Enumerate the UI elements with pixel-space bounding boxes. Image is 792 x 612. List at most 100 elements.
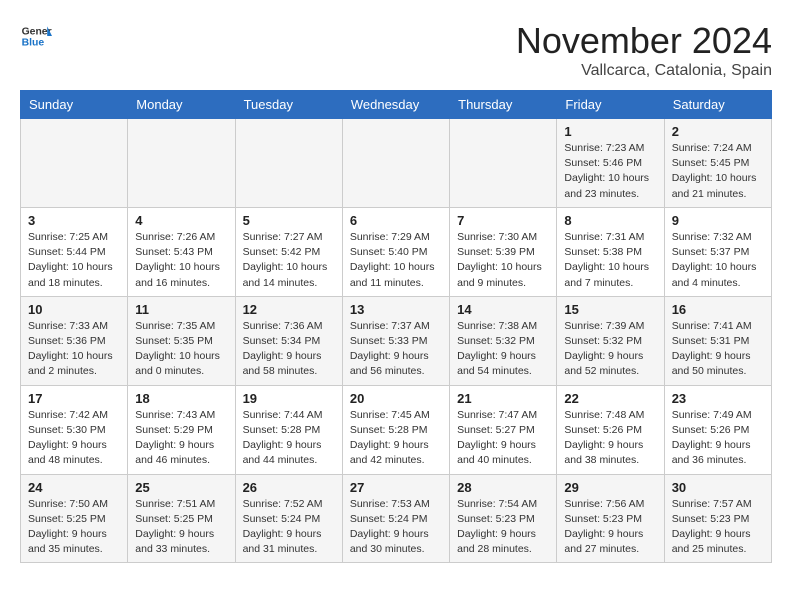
day-info: Sunrise: 7:47 AM Sunset: 5:27 PM Dayligh… [457, 408, 549, 469]
day-cell: 8 Sunrise: 7:31 AM Sunset: 5:38 PM Daylig… [557, 207, 664, 296]
location-title: Vallcarca, Catalonia, Spain [516, 62, 772, 80]
day-number: 19 [243, 391, 335, 406]
day-info: Sunrise: 7:29 AM Sunset: 5:40 PM Dayligh… [350, 230, 442, 291]
day-number: 27 [350, 480, 442, 495]
day-cell [235, 119, 342, 208]
day-number: 12 [243, 302, 335, 317]
day-number: 28 [457, 480, 549, 495]
day-cell: 7 Sunrise: 7:30 AM Sunset: 5:39 PM Daylig… [450, 207, 557, 296]
day-cell: 3 Sunrise: 7:25 AM Sunset: 5:44 PM Daylig… [21, 207, 128, 296]
day-info: Sunrise: 7:38 AM Sunset: 5:32 PM Dayligh… [457, 319, 549, 380]
day-info: Sunrise: 7:39 AM Sunset: 5:32 PM Dayligh… [564, 319, 656, 380]
day-info: Sunrise: 7:24 AM Sunset: 5:45 PM Dayligh… [672, 141, 764, 202]
week-row-3: 10 Sunrise: 7:33 AM Sunset: 5:36 PM Dayli… [21, 296, 772, 385]
day-cell: 9 Sunrise: 7:32 AM Sunset: 5:37 PM Daylig… [664, 207, 771, 296]
day-info: Sunrise: 7:25 AM Sunset: 5:44 PM Dayligh… [28, 230, 120, 291]
day-number: 17 [28, 391, 120, 406]
day-cell: 18 Sunrise: 7:43 AM Sunset: 5:29 PM Dayli… [128, 385, 235, 474]
day-info: Sunrise: 7:44 AM Sunset: 5:28 PM Dayligh… [243, 408, 335, 469]
day-number: 8 [564, 213, 656, 228]
day-info: Sunrise: 7:43 AM Sunset: 5:29 PM Dayligh… [135, 408, 227, 469]
day-number: 24 [28, 480, 120, 495]
day-number: 25 [135, 480, 227, 495]
day-info: Sunrise: 7:23 AM Sunset: 5:46 PM Dayligh… [564, 141, 656, 202]
day-cell: 20 Sunrise: 7:45 AM Sunset: 5:28 PM Dayli… [342, 385, 449, 474]
week-row-2: 3 Sunrise: 7:25 AM Sunset: 5:44 PM Daylig… [21, 207, 772, 296]
svg-text:Blue: Blue [22, 38, 45, 49]
day-info: Sunrise: 7:57 AM Sunset: 5:23 PM Dayligh… [672, 497, 764, 558]
day-info: Sunrise: 7:41 AM Sunset: 5:31 PM Dayligh… [672, 319, 764, 380]
day-info: Sunrise: 7:51 AM Sunset: 5:25 PM Dayligh… [135, 497, 227, 558]
day-cell: 15 Sunrise: 7:39 AM Sunset: 5:32 PM Dayli… [557, 296, 664, 385]
day-number: 30 [672, 480, 764, 495]
day-info: Sunrise: 7:53 AM Sunset: 5:24 PM Dayligh… [350, 497, 442, 558]
day-cell [450, 119, 557, 208]
day-info: Sunrise: 7:33 AM Sunset: 5:36 PM Dayligh… [28, 319, 120, 380]
day-cell [128, 119, 235, 208]
day-cell: 22 Sunrise: 7:48 AM Sunset: 5:26 PM Dayli… [557, 385, 664, 474]
day-info: Sunrise: 7:52 AM Sunset: 5:24 PM Dayligh… [243, 497, 335, 558]
day-info: Sunrise: 7:26 AM Sunset: 5:43 PM Dayligh… [135, 230, 227, 291]
day-info: Sunrise: 7:49 AM Sunset: 5:26 PM Dayligh… [672, 408, 764, 469]
day-cell: 12Sunrise: 7:36 AM Sunset: 5:34 PM Dayli… [235, 296, 342, 385]
day-cell: 29Sunrise: 7:56 AM Sunset: 5:23 PM Dayli… [557, 474, 664, 563]
column-header-sunday: Sunday [21, 91, 128, 119]
day-cell: 25 Sunrise: 7:51 AM Sunset: 5:25 PM Dayli… [128, 474, 235, 563]
day-info: Sunrise: 7:48 AM Sunset: 5:26 PM Dayligh… [564, 408, 656, 469]
day-number: 22 [564, 391, 656, 406]
logo: General Blue [20, 20, 52, 52]
day-cell: 1 Sunrise: 7:23 AM Sunset: 5:46 PM Daylig… [557, 119, 664, 208]
day-info: Sunrise: 7:31 AM Sunset: 5:38 PM Dayligh… [564, 230, 656, 291]
day-info: Sunrise: 7:56 AM Sunset: 5:23 PM Dayligh… [564, 497, 656, 558]
day-cell: 21 Sunrise: 7:47 AM Sunset: 5:27 PM Dayli… [450, 385, 557, 474]
day-number: 7 [457, 213, 549, 228]
day-cell: 10 Sunrise: 7:33 AM Sunset: 5:36 PM Dayli… [21, 296, 128, 385]
day-info: Sunrise: 7:42 AM Sunset: 5:30 PM Dayligh… [28, 408, 120, 469]
day-number: 16 [672, 302, 764, 317]
day-number: 11 [135, 302, 227, 317]
day-cell: 5 Sunrise: 7:27 AM Sunset: 5:42 PM Daylig… [235, 207, 342, 296]
day-number: 13 [350, 302, 442, 317]
week-row-5: 24 Sunrise: 7:50 AM Sunset: 5:25 PM Dayli… [21, 474, 772, 563]
day-number: 15 [564, 302, 656, 317]
day-cell: 4Sunrise: 7:26 AM Sunset: 5:43 PM Daylig… [128, 207, 235, 296]
column-header-tuesday: Tuesday [235, 91, 342, 119]
day-cell: 14 Sunrise: 7:38 AM Sunset: 5:32 PM Dayli… [450, 296, 557, 385]
day-number: 6 [350, 213, 442, 228]
day-number: 1 [564, 124, 656, 139]
day-cell: 17 Sunrise: 7:42 AM Sunset: 5:30 PM Dayli… [21, 385, 128, 474]
column-header-thursday: Thursday [450, 91, 557, 119]
logo-icon: General Blue [20, 20, 52, 52]
column-header-wednesday: Wednesday [342, 91, 449, 119]
day-number: 10 [28, 302, 120, 317]
day-number: 26 [243, 480, 335, 495]
day-number: 18 [135, 391, 227, 406]
day-number: 5 [243, 213, 335, 228]
day-info: Sunrise: 7:50 AM Sunset: 5:25 PM Dayligh… [28, 497, 120, 558]
week-row-4: 17 Sunrise: 7:42 AM Sunset: 5:30 PM Dayli… [21, 385, 772, 474]
day-cell [342, 119, 449, 208]
day-info: Sunrise: 7:54 AM Sunset: 5:23 PM Dayligh… [457, 497, 549, 558]
day-number: 14 [457, 302, 549, 317]
day-cell: 2 Sunrise: 7:24 AM Sunset: 5:45 PM Daylig… [664, 119, 771, 208]
calendar-table: SundayMondayTuesdayWednesdayThursdayFrid… [20, 90, 772, 563]
column-header-monday: Monday [128, 91, 235, 119]
day-cell: 26 Sunrise: 7:52 AM Sunset: 5:24 PM Dayli… [235, 474, 342, 563]
day-info: Sunrise: 7:27 AM Sunset: 5:42 PM Dayligh… [243, 230, 335, 291]
day-info: Sunrise: 7:32 AM Sunset: 5:37 PM Dayligh… [672, 230, 764, 291]
header-row: SundayMondayTuesdayWednesdayThursdayFrid… [21, 91, 772, 119]
day-number: 23 [672, 391, 764, 406]
day-number: 2 [672, 124, 764, 139]
title-area: November 2024 Vallcarca, Catalonia, Spai… [516, 20, 772, 80]
day-info: Sunrise: 7:30 AM Sunset: 5:39 PM Dayligh… [457, 230, 549, 291]
day-number: 20 [350, 391, 442, 406]
day-cell: 27 Sunrise: 7:53 AM Sunset: 5:24 PM Dayli… [342, 474, 449, 563]
day-number: 21 [457, 391, 549, 406]
day-cell: 16 Sunrise: 7:41 AM Sunset: 5:31 PM Dayli… [664, 296, 771, 385]
day-number: 3 [28, 213, 120, 228]
page-header: General Blue November 2024 Vallcarca, Ca… [20, 20, 772, 80]
day-cell: 28 Sunrise: 7:54 AM Sunset: 5:23 PM Dayli… [450, 474, 557, 563]
week-row-1: 1 Sunrise: 7:23 AM Sunset: 5:46 PM Daylig… [21, 119, 772, 208]
day-number: 9 [672, 213, 764, 228]
day-info: Sunrise: 7:45 AM Sunset: 5:28 PM Dayligh… [350, 408, 442, 469]
